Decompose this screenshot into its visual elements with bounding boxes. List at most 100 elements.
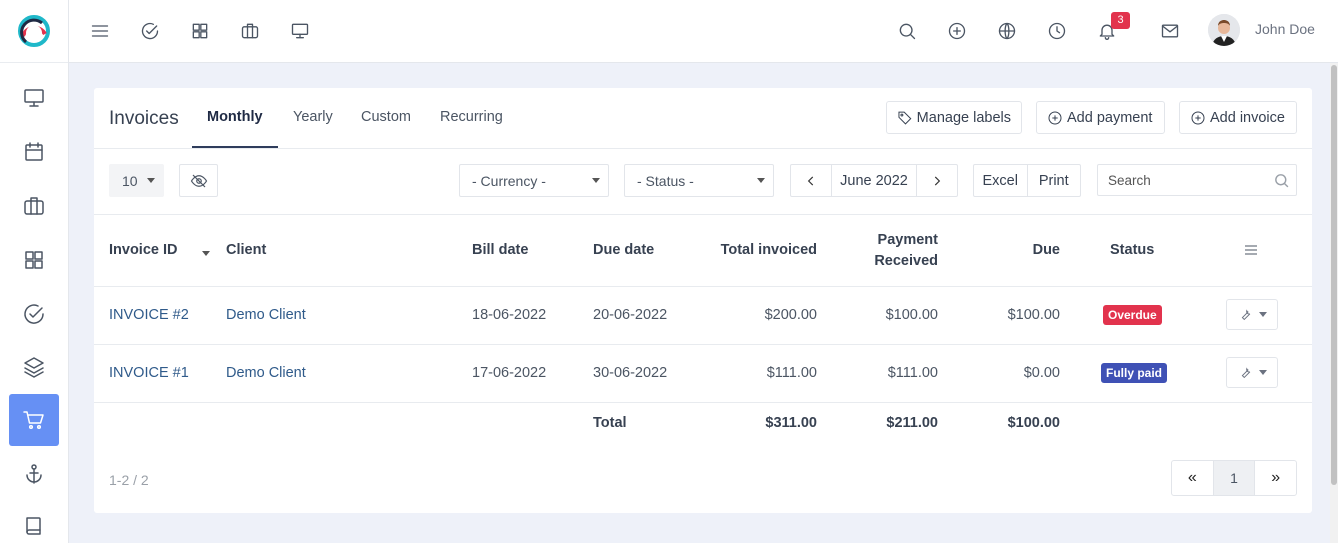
column-header-due[interactable]: Due bbox=[960, 242, 1060, 258]
check-circle-icon bbox=[24, 304, 44, 324]
client-link[interactable]: Demo Client bbox=[226, 307, 306, 323]
search-icon bbox=[1275, 174, 1289, 188]
print-button[interactable]: Print bbox=[1026, 165, 1081, 196]
invoices-card: Invoices Monthly Yearly Custom Recurring… bbox=[94, 88, 1312, 513]
column-header-invoice-id[interactable]: Invoice ID bbox=[109, 242, 178, 258]
topbar-dashboard[interactable] bbox=[288, 19, 312, 43]
search-box bbox=[1097, 164, 1297, 196]
menu-icon bbox=[91, 25, 109, 37]
page-scrollbar[interactable] bbox=[1330, 63, 1338, 543]
topbar-tasks[interactable] bbox=[138, 19, 162, 43]
payment-received-cell: $111.00 bbox=[887, 365, 938, 381]
column-header-bill-date[interactable]: Bill date bbox=[472, 242, 528, 258]
topbar-quick-add[interactable] bbox=[945, 19, 969, 43]
invoice-id-link[interactable]: INVOICE #1 bbox=[109, 365, 189, 381]
chevron-down-icon bbox=[1258, 312, 1267, 317]
bill-date-cell: 17-06-2022 bbox=[472, 365, 547, 381]
due-cell: $100.00 bbox=[1007, 307, 1060, 323]
next-period-button[interactable] bbox=[917, 165, 957, 196]
sidebar bbox=[0, 0, 69, 543]
topbar-language[interactable] bbox=[995, 19, 1019, 43]
app-logo[interactable] bbox=[0, 0, 68, 63]
search-input[interactable] bbox=[1098, 165, 1268, 195]
scrollbar-thumb[interactable] bbox=[1331, 65, 1337, 485]
search-icon bbox=[899, 23, 916, 40]
column-header-client[interactable]: Client bbox=[226, 242, 266, 258]
currency-select[interactable]: - Currency - bbox=[459, 164, 609, 197]
monitor-icon bbox=[24, 89, 44, 107]
sort-desc-icon[interactable] bbox=[202, 251, 210, 256]
due-sum: $100.00 bbox=[1007, 415, 1060, 431]
topbar-projects[interactable] bbox=[238, 19, 262, 43]
monitor-icon bbox=[291, 23, 309, 39]
sidebar-item-apps[interactable] bbox=[9, 234, 59, 286]
status-badge: Overdue bbox=[1103, 305, 1162, 325]
payment-received-cell: $100.00 bbox=[885, 307, 938, 323]
add-invoice-button[interactable]: Add invoice bbox=[1179, 101, 1297, 134]
plus-circle-icon bbox=[1048, 111, 1062, 124]
column-header-due-date[interactable]: Due date bbox=[593, 242, 654, 258]
period-navigator: June 2022 bbox=[790, 164, 958, 197]
current-page-button[interactable]: 1 bbox=[1212, 461, 1256, 495]
wrench-icon bbox=[1241, 367, 1250, 379]
topbar-timer[interactable] bbox=[1045, 19, 1069, 43]
column-header-status[interactable]: Status bbox=[1110, 242, 1154, 258]
divider bbox=[94, 214, 1312, 215]
briefcase-icon bbox=[241, 23, 259, 39]
client-link[interactable]: Demo Client bbox=[226, 365, 306, 381]
logo-icon bbox=[18, 15, 50, 47]
invoice-id-link[interactable]: INVOICE #2 bbox=[109, 307, 189, 323]
grid-icon bbox=[192, 23, 208, 39]
clock-icon bbox=[1048, 22, 1066, 40]
column-visibility-button[interactable] bbox=[179, 164, 218, 197]
column-header-payment-received-line2[interactable]: Received bbox=[838, 253, 938, 269]
bill-date-cell: 18-06-2022 bbox=[472, 307, 547, 323]
excel-button[interactable]: Excel bbox=[974, 165, 1027, 196]
add-payment-button[interactable]: Add payment bbox=[1036, 101, 1165, 134]
divider bbox=[94, 344, 1312, 345]
due-cell: $0.00 bbox=[1023, 365, 1060, 381]
tab-monthly[interactable]: Monthly bbox=[207, 109, 263, 125]
due-date-cell: 20-06-2022 bbox=[593, 307, 668, 323]
due-date-cell: 30-06-2022 bbox=[593, 365, 668, 381]
menu-icon[interactable] bbox=[1243, 242, 1259, 258]
sidebar-item-projects[interactable] bbox=[9, 180, 59, 232]
menu-toggle[interactable] bbox=[88, 19, 112, 43]
sidebar-item-events[interactable] bbox=[9, 126, 59, 178]
tab-recurring[interactable]: Recurring bbox=[440, 109, 503, 125]
topbar-messages[interactable] bbox=[1158, 19, 1182, 43]
chevron-down-icon bbox=[592, 178, 600, 183]
previous-page-button[interactable]: « bbox=[1172, 461, 1213, 495]
column-header-payment-received-line1[interactable]: Payment bbox=[838, 232, 938, 248]
sidebar-item-anchor[interactable] bbox=[9, 448, 59, 500]
page-title: Invoices bbox=[109, 108, 179, 129]
export-buttons: Excel Print bbox=[973, 164, 1081, 197]
row-actions-button[interactable] bbox=[1226, 357, 1278, 388]
check-circle-icon bbox=[141, 22, 159, 40]
current-period[interactable]: June 2022 bbox=[831, 165, 917, 196]
cart-icon bbox=[23, 411, 44, 430]
column-header-total-invoiced[interactable]: Total invoiced bbox=[694, 242, 817, 258]
row-actions-button[interactable] bbox=[1226, 299, 1278, 330]
topbar-search[interactable] bbox=[895, 19, 919, 43]
status-badge: Fully paid bbox=[1101, 363, 1168, 383]
tab-yearly[interactable]: Yearly bbox=[293, 109, 333, 125]
sidebar-item-sales[interactable] bbox=[9, 394, 59, 446]
manage-labels-button[interactable]: Manage labels bbox=[886, 101, 1022, 134]
pagination-info: 1-2 / 2 bbox=[109, 472, 149, 488]
sidebar-item-dashboard[interactable] bbox=[9, 72, 59, 124]
tab-custom[interactable]: Custom bbox=[361, 109, 411, 125]
previous-period-button[interactable] bbox=[791, 165, 831, 196]
status-select[interactable]: - Status - bbox=[624, 164, 774, 197]
sidebar-item-layers[interactable] bbox=[9, 341, 59, 393]
page-size-select[interactable]: 10 bbox=[109, 164, 164, 197]
user-name[interactable]: John Doe bbox=[1255, 21, 1315, 37]
anchor-icon bbox=[26, 464, 42, 484]
layers-icon bbox=[24, 357, 44, 378]
sidebar-item-tasks[interactable] bbox=[9, 288, 59, 340]
topbar-apps[interactable] bbox=[188, 19, 212, 43]
avatar[interactable] bbox=[1208, 14, 1240, 46]
next-page-button[interactable]: » bbox=[1255, 461, 1296, 495]
total-invoiced-sum: $311.00 bbox=[765, 415, 817, 431]
sidebar-item-knowledge[interactable] bbox=[9, 500, 59, 543]
